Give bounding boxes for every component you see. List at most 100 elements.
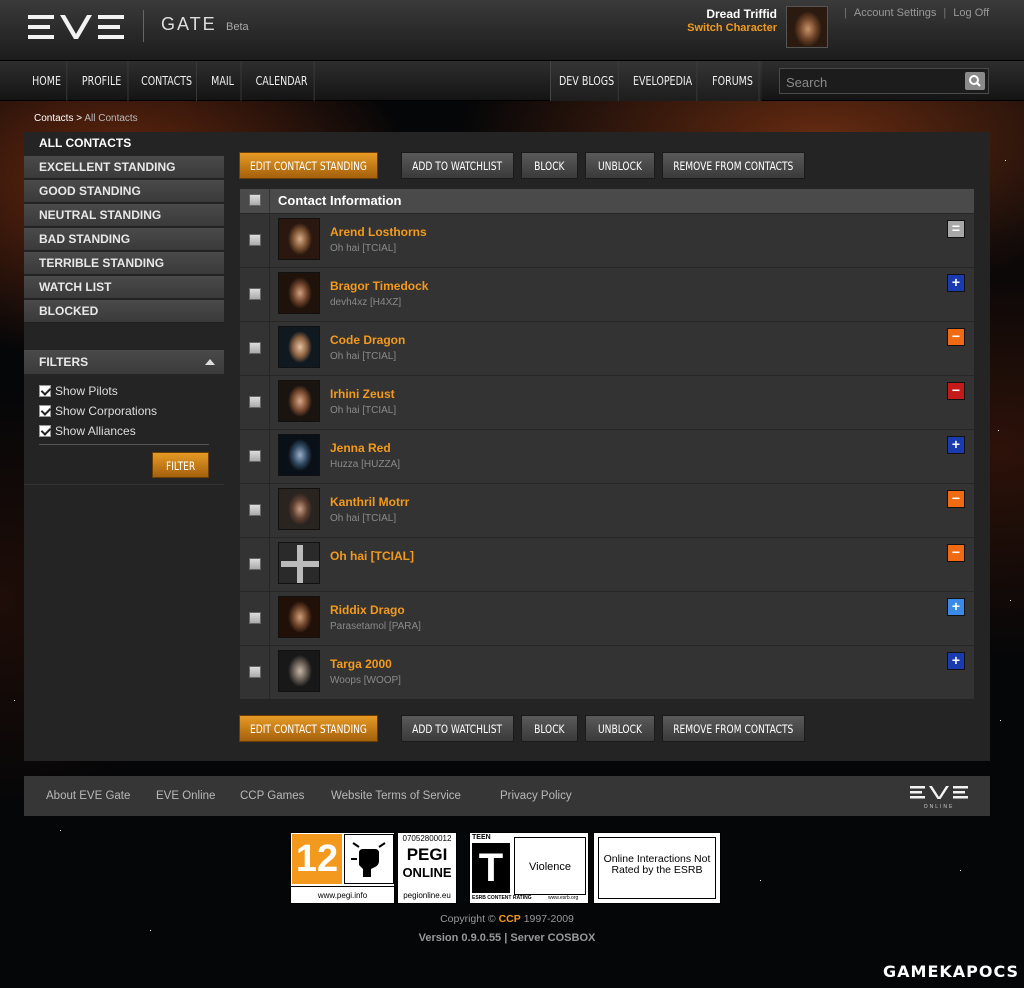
row-checkbox[interactable]: [249, 558, 261, 570]
sidebar-item-bad-standing[interactable]: BAD STANDING: [24, 228, 224, 251]
nav-profile[interactable]: PROFILE: [76, 61, 129, 101]
standing-excellent-icon[interactable]: +: [947, 652, 965, 670]
nav-evelopedia[interactable]: EVELOPEDIA: [629, 61, 698, 101]
alliance-logo[interactable]: [278, 542, 320, 584]
filter-button[interactable]: FILTER: [152, 452, 209, 478]
footer-link-ccp-games[interactable]: CCP Games: [240, 790, 304, 802]
sidebar-item-blocked[interactable]: BLOCKED: [24, 300, 224, 323]
eve-online-footer-logo[interactable]: ONLINE: [908, 784, 970, 810]
character-name[interactable]: Dread Triffid: [706, 7, 777, 21]
nav-forums[interactable]: FORUMS: [707, 61, 760, 101]
account-settings-link[interactable]: Account Settings: [854, 7, 937, 19]
remove-from-contacts-button-bottom[interactable]: REMOVE FROM CONTACTS: [662, 715, 805, 742]
block-button[interactable]: BLOCK: [521, 152, 578, 179]
add-to-watchlist-button[interactable]: ADD TO WATCHLIST: [401, 152, 514, 179]
standing-excellent-icon[interactable]: +: [947, 436, 965, 454]
collapse-arrow-icon[interactable]: [205, 359, 215, 365]
pegi-online-code: 07052800012: [402, 834, 452, 843]
edit-contact-standing-button[interactable]: EDIT CONTACT STANDING: [239, 152, 378, 179]
row-checkbox[interactable]: [249, 288, 261, 300]
search-input[interactable]: [786, 73, 956, 91]
row-checkbox[interactable]: [249, 504, 261, 516]
contact-name[interactable]: Arend Losthorns: [330, 225, 427, 239]
copyright-company[interactable]: CCP: [499, 913, 521, 925]
edit-contact-standing-button-bottom[interactable]: EDIT CONTACT STANDING: [239, 715, 378, 742]
row-checkbox[interactable]: [249, 450, 261, 462]
contact-avatar[interactable]: [278, 596, 320, 638]
row-checkbox[interactable]: [249, 396, 261, 408]
nav-mail[interactable]: MAIL: [205, 61, 242, 101]
row-checkbox[interactable]: [249, 342, 261, 354]
remove-from-contacts-button[interactable]: REMOVE FROM CONTACTS: [662, 152, 805, 179]
contact-avatar[interactable]: [278, 218, 320, 260]
standing-bad-icon[interactable]: −: [947, 328, 965, 346]
table-row[interactable]: Arend Losthorns Oh hai [TCIAL] =: [240, 213, 974, 267]
row-checkbox[interactable]: [249, 666, 261, 678]
footer-link-privacy[interactable]: Privacy Policy: [500, 790, 572, 802]
select-all-checkbox[interactable]: [249, 194, 261, 206]
sidebar-item-neutral-standing[interactable]: NEUTRAL STANDING: [24, 204, 224, 227]
unblock-button-bottom[interactable]: UNBLOCK: [585, 715, 655, 742]
contact-name[interactable]: Code Dragon: [330, 333, 405, 347]
footer-link-eve-online[interactable]: EVE Online: [156, 790, 215, 802]
contact-name[interactable]: Oh hai [TCIAL]: [330, 549, 414, 563]
standing-neutral-icon[interactable]: =: [947, 220, 965, 238]
contact-name[interactable]: Targa 2000: [330, 657, 392, 671]
nav-dev-blogs[interactable]: DEV BLOGS: [555, 61, 619, 101]
search-button[interactable]: [965, 72, 985, 90]
eve-logo[interactable]: [28, 10, 124, 44]
log-off-link[interactable]: Log Off: [953, 7, 989, 19]
contact-name[interactable]: Kanthril Motrr: [330, 495, 409, 509]
contact-avatar[interactable]: [278, 650, 320, 692]
row-checkbox[interactable]: [249, 234, 261, 246]
sidebar-item-all-contacts[interactable]: ALL CONTACTS: [24, 132, 224, 155]
contact-name[interactable]: Riddix Drago: [330, 603, 405, 617]
filter-show-pilots[interactable]: Show Pilots: [39, 383, 118, 399]
table-row[interactable]: Jenna Red Huzza [HUZZA] +: [240, 429, 974, 483]
table-row[interactable]: Code Dragon Oh hai [TCIAL] −: [240, 321, 974, 375]
sidebar-item-terrible-standing[interactable]: TERRIBLE STANDING: [24, 252, 224, 275]
switch-character-link[interactable]: Switch Character: [687, 22, 777, 34]
sidebar-item-excellent-standing[interactable]: EXCELLENT STANDING: [24, 156, 224, 179]
unblock-button[interactable]: UNBLOCK: [585, 152, 655, 179]
filters-header[interactable]: FILTERS: [24, 350, 224, 374]
standing-terrible-icon[interactable]: −: [947, 382, 965, 400]
table-row[interactable]: Irhini Zeust Oh hai [TCIAL] −: [240, 375, 974, 429]
contact-avatar[interactable]: [278, 434, 320, 476]
nav-contacts[interactable]: CONTACTS: [137, 61, 197, 101]
add-to-watchlist-button-bottom[interactable]: ADD TO WATCHLIST: [401, 715, 514, 742]
contact-name[interactable]: Irhini Zeust: [330, 387, 395, 401]
filter-show-corporations[interactable]: Show Corporations: [39, 403, 157, 419]
breadcrumb-contacts[interactable]: Contacts: [34, 113, 73, 124]
checkbox-show-corporations[interactable]: [39, 405, 51, 417]
contact-avatar[interactable]: [278, 380, 320, 422]
row-checkbox[interactable]: [249, 612, 261, 624]
table-row[interactable]: Riddix Drago Parasetamol [PARA] +: [240, 591, 974, 645]
breadcrumb: Contacts > All Contacts: [34, 113, 138, 124]
contact-name[interactable]: Bragor Timedock: [330, 279, 428, 293]
checkbox-show-pilots[interactable]: [39, 385, 51, 397]
contact-name[interactable]: Jenna Red: [330, 441, 391, 455]
sidebar-item-watch-list[interactable]: WATCH LIST: [24, 276, 224, 299]
checkbox-show-alliances[interactable]: [39, 425, 51, 437]
contact-avatar[interactable]: [278, 488, 320, 530]
character-avatar[interactable]: [786, 6, 828, 48]
table-row[interactable]: Targa 2000 Woops [WOOP] +: [240, 645, 974, 699]
footer-link-about[interactable]: About EVE Gate: [46, 790, 130, 802]
footer-link-terms[interactable]: Website Terms of Service: [331, 790, 461, 802]
sidebar-item-good-standing[interactable]: GOOD STANDING: [24, 180, 224, 203]
nav-home[interactable]: HOME: [27, 61, 68, 101]
standing-bad-icon[interactable]: −: [947, 544, 965, 562]
table-row[interactable]: Bragor Timedock devh4xz [H4XZ] +: [240, 267, 974, 321]
standing-excellent-icon[interactable]: +: [947, 274, 965, 292]
nav-calendar[interactable]: CALENDAR: [249, 61, 315, 101]
block-button-bottom[interactable]: BLOCK: [521, 715, 578, 742]
contact-avatar[interactable]: [278, 272, 320, 314]
filter-show-alliances[interactable]: Show Alliances: [39, 423, 136, 439]
standing-bad-icon[interactable]: −: [947, 490, 965, 508]
table-row[interactable]: Kanthril Motrr Oh hai [TCIAL] −: [240, 483, 974, 537]
contact-avatar[interactable]: [278, 326, 320, 368]
standing-good-icon[interactable]: +: [947, 598, 965, 616]
copyright-years: 1997-2009: [523, 913, 574, 925]
table-row[interactable]: Oh hai [TCIAL] −: [240, 537, 974, 591]
